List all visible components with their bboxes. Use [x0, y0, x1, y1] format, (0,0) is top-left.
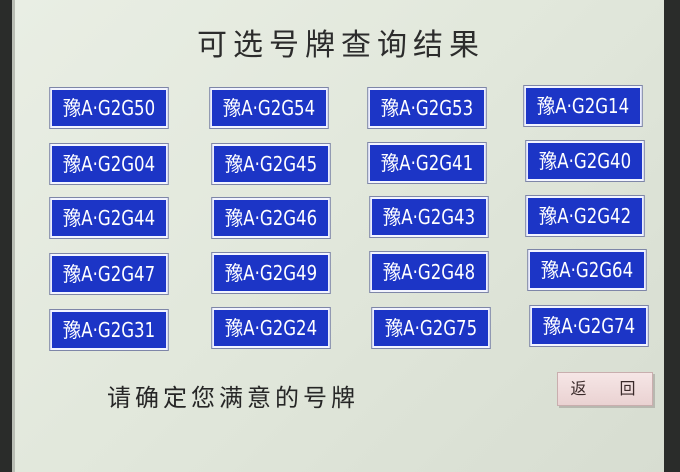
plate-option[interactable]: 豫A·G2G48: [369, 251, 489, 293]
plate-option[interactable]: 豫A·G2G46: [211, 197, 331, 239]
plate-option[interactable]: 豫A·G2G24: [211, 307, 331, 349]
plate-option[interactable]: 豫A·G2G44: [49, 197, 169, 239]
kiosk-screen: 可选号牌查询结果 豫A·G2G50 豫A·G2G54 豫A·G2G53 豫A·G…: [12, 0, 664, 472]
plate-option[interactable]: 豫A·G2G04: [49, 143, 169, 185]
page-title: 可选号牌查询结果: [197, 28, 485, 63]
plate-option[interactable]: 豫A·G2G42: [525, 195, 645, 237]
plate-option[interactable]: 豫A·G2G43: [369, 196, 489, 238]
plate-option[interactable]: 豫A·G2G53: [367, 87, 487, 129]
plate-option[interactable]: 豫A·G2G75: [371, 307, 491, 349]
plate-option[interactable]: 豫A·G2G14: [523, 85, 643, 127]
plate-option[interactable]: 豫A·G2G54: [209, 87, 329, 129]
plate-option[interactable]: 豫A·G2G47: [49, 253, 169, 295]
plate-option[interactable]: 豫A·G2G74: [529, 305, 649, 347]
plate-option[interactable]: 豫A·G2G31: [49, 309, 169, 351]
plate-option[interactable]: 豫A·G2G45: [211, 143, 331, 185]
plate-option[interactable]: 豫A·G2G64: [527, 249, 647, 291]
plate-grid: 豫A·G2G50 豫A·G2G54 豫A·G2G53 豫A·G2G14 豫A·G…: [43, 85, 649, 358]
plate-option[interactable]: 豫A·G2G41: [367, 142, 487, 184]
plate-option[interactable]: 豫A·G2G40: [525, 140, 645, 182]
plate-option[interactable]: 豫A·G2G50: [49, 87, 169, 129]
back-button[interactable]: 返 回: [557, 372, 653, 406]
plate-option[interactable]: 豫A·G2G49: [211, 252, 331, 294]
confirm-prompt: 请确定您满意的号牌: [107, 384, 359, 412]
